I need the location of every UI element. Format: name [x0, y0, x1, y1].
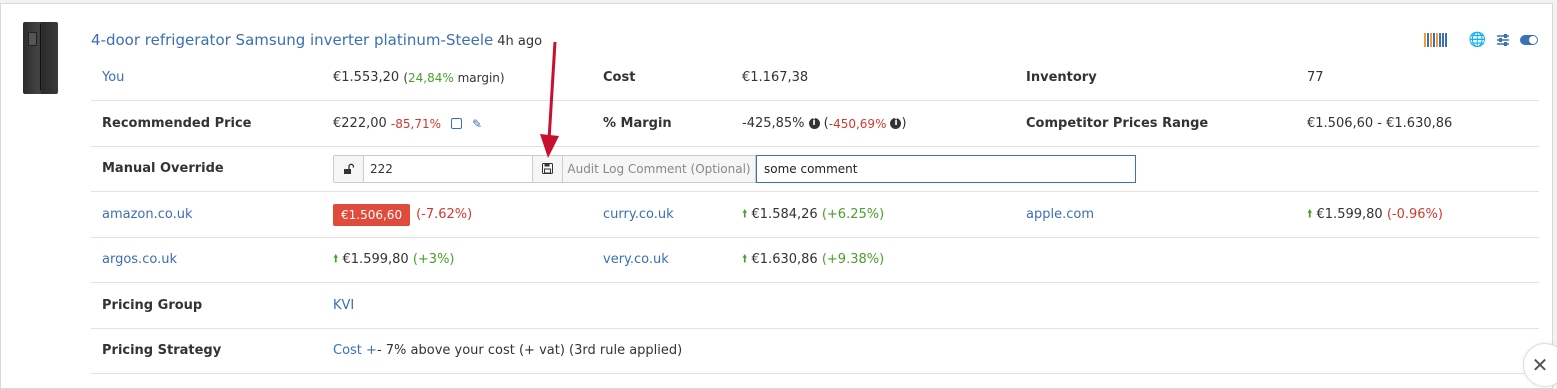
- edit-icon[interactable]: ✎: [472, 117, 482, 131]
- product-card: 4-door refrigerator Samsung inverter pla…: [0, 3, 1553, 389]
- competitor-price-curry: €1.584,26: [751, 207, 818, 222]
- pct-margin-label: % Margin: [603, 116, 672, 131]
- competitor-price-apple: €1.599,80: [1316, 207, 1383, 222]
- you-price-cell: €1.553,20 (24,84% margin): [333, 55, 505, 100]
- cost-label: Cost: [603, 70, 636, 85]
- arrow-up-icon: 🠙: [1307, 207, 1313, 220]
- product-age: 4h ago: [497, 34, 543, 49]
- save-icon[interactable]: [532, 154, 563, 183]
- barcode-stripe: [1441, 33, 1444, 47]
- arrow-up-icon: 🠙: [742, 207, 748, 220]
- cost-value: €1.167,38: [742, 70, 809, 85]
- header-icons: 🌐: [1423, 33, 1538, 47]
- you-margin-close: margin): [453, 70, 505, 85]
- globe-icon[interactable]: 🌐: [1469, 33, 1486, 47]
- barcode-stripe: [1438, 33, 1441, 47]
- competitor-price-very: €1.630,86: [751, 252, 818, 267]
- manual-override-controls: Audit Log Comment (Optional): [333, 146, 1136, 191]
- competitor-price-cell-curry: 🠙 €1.584,26 (+6.25%): [742, 192, 884, 237]
- manual-override-label: Manual Override: [102, 161, 224, 176]
- arrow-up-icon: 🠙: [742, 252, 748, 265]
- barcode-stripe: [1435, 33, 1438, 47]
- barcode-stripe: [1423, 33, 1426, 47]
- product-title-link[interactable]: 4-door refrigerator Samsung inverter pla…: [91, 31, 493, 49]
- row-competitors-1: amazon.co.uk €1.506,60 (-7.62%) curry.co.…: [91, 192, 1539, 238]
- info-icon[interactable]: i: [808, 118, 820, 129]
- barcode-stripe: [1426, 33, 1429, 47]
- competitor-site-very[interactable]: very.co.uk: [603, 237, 669, 282]
- toggle-icon[interactable]: [1520, 35, 1538, 45]
- row-you: You €1.553,20 (24,84% margin) Cost €1.16…: [91, 55, 1539, 101]
- competitor-site-curry[interactable]: curry.co.uk: [603, 192, 674, 237]
- row-pricing-group: Pricing Group KVI: [91, 283, 1539, 329]
- competitor-change-curry: (+6.25%): [821, 207, 885, 222]
- you-price: €1.553,20: [333, 70, 400, 85]
- competitor-change-argos: (+3%): [412, 252, 455, 267]
- competitor-price-argos: €1.599,80: [342, 252, 409, 267]
- row-recommended: Recommended Price €222,00 -85,71% ✎ % Ma…: [91, 101, 1539, 147]
- audit-comment-label: Audit Log Comment (Optional): [563, 154, 756, 183]
- pct-margin-cell: -425,85% i (-450,69% i): [742, 101, 907, 146]
- you-margin-value: 24,84%: [408, 70, 454, 85]
- pct-margin-alt-close: ): [901, 116, 907, 131]
- apply-recommended-checkbox[interactable]: [451, 118, 462, 129]
- recommended-change: -85,71%: [390, 116, 441, 131]
- pct-margin-value: -425,85%: [742, 116, 805, 131]
- row-manual-override: Manual Override Audit Log Comment (Optio…: [91, 146, 1539, 192]
- barcode-icon[interactable]: [1423, 33, 1447, 47]
- manual-override-input[interactable]: [364, 154, 532, 183]
- competitor-site-apple[interactable]: apple.com: [1026, 192, 1094, 237]
- inventory-value: 77: [1307, 70, 1324, 85]
- barcode-stripe: [1432, 33, 1435, 47]
- close-icon: ✕: [1531, 353, 1549, 377]
- competitor-price-cell-very: 🠙 €1.630,86 (+9.38%): [742, 237, 884, 282]
- pricing-group-label: Pricing Group: [102, 298, 203, 313]
- sliders-icon[interactable]: [1496, 33, 1510, 47]
- row-competitors-2: argos.co.uk 🠙 €1.599,80 (+3%) very.co.uk …: [91, 237, 1539, 283]
- refrigerator-thumbnail[interactable]: [23, 22, 58, 94]
- unlock-icon[interactable]: [333, 154, 364, 183]
- recommended-label: Recommended Price: [102, 116, 252, 131]
- competitor-change-very: (+9.38%): [821, 252, 885, 267]
- product-title-row: 4-door refrigerator Samsung inverter pla…: [91, 31, 542, 49]
- competitor-range-label: Competitor Prices Range: [1026, 116, 1209, 131]
- pricing-strategy-link[interactable]: Cost +: [333, 343, 377, 358]
- competitor-range-value: €1.506,60 - €1.630,86: [1307, 116, 1453, 131]
- competitor-price-cell-amazon: €1.506,60 (-7.62%): [333, 192, 472, 237]
- competitor-price-badge: €1.506,60: [333, 203, 411, 226]
- inventory-label: Inventory: [1026, 70, 1097, 85]
- barcode-stripe: [1429, 33, 1432, 47]
- pricing-strategy-label: Pricing Strategy: [102, 343, 222, 358]
- pricing-group-value[interactable]: KVI: [333, 283, 354, 328]
- you-label[interactable]: You: [102, 55, 124, 100]
- recommended-cell: €222,00 -85,71% ✎: [333, 101, 482, 146]
- pricing-strategy-text: - 7% above your cost (+ vat) (3rd rule a…: [376, 343, 683, 358]
- competitor-price-cell-apple: 🠙 €1.599,80 (-0.96%): [1307, 192, 1443, 237]
- info-icon[interactable]: i: [890, 118, 902, 129]
- competitor-site-argos[interactable]: argos.co.uk: [102, 237, 177, 282]
- competitor-site-amazon[interactable]: amazon.co.uk: [102, 192, 193, 237]
- pricing-strategy-cell: Cost + - 7% above your cost (+ vat) (3rd…: [333, 328, 682, 373]
- audit-comment-input[interactable]: [756, 154, 1136, 183]
- pct-margin-alt-value: -450,69%: [828, 116, 887, 131]
- competitor-change-amazon: (-7.62%): [416, 207, 473, 222]
- competitor-price-cell-argos: 🠙 €1.599,80 (+3%): [333, 237, 455, 282]
- barcode-stripe: [1444, 33, 1447, 47]
- competitor-change-apple: (-0.96%): [1386, 207, 1443, 222]
- row-pricing-strategy: Pricing Strategy Cost + - 7% above your …: [91, 328, 1539, 374]
- arrow-up-icon: 🠙: [333, 252, 339, 265]
- recommended-price: €222,00: [333, 116, 387, 131]
